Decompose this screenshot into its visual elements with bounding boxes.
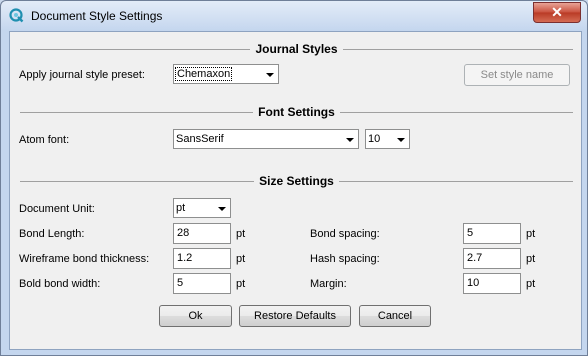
window-title: Document Style Settings bbox=[31, 9, 163, 23]
hash-spacing-unit: pt bbox=[526, 253, 536, 265]
journal-preset-value: Chemaxon bbox=[175, 67, 233, 81]
document-unit-dropdown[interactable]: pt bbox=[173, 198, 231, 218]
dialog-content: Journal Styles Apply journal style prese… bbox=[9, 31, 582, 350]
section-size-settings: Size Settings bbox=[20, 174, 573, 188]
document-unit-label: Document Unit: bbox=[19, 203, 95, 215]
cancel-button[interactable]: Cancel bbox=[359, 305, 431, 327]
atom-font-label: Atom font: bbox=[19, 134, 70, 146]
wireframe-thickness-label: Wireframe bond thickness: bbox=[19, 253, 150, 265]
bond-length-unit: pt bbox=[236, 228, 246, 240]
chevron-down-icon bbox=[397, 138, 405, 142]
section-title: Font Settings bbox=[253, 105, 340, 119]
dialog-window: Document Style Settings ✕ Journal Styles… bbox=[0, 0, 588, 356]
app-icon bbox=[9, 8, 24, 23]
atom-font-value: SansSerif bbox=[176, 133, 224, 145]
hash-spacing-input[interactable]: 2.7 bbox=[463, 248, 521, 269]
set-style-name-button[interactable]: Set style name bbox=[464, 64, 570, 86]
title-bar[interactable]: Document Style Settings ✕ bbox=[1, 1, 588, 31]
section-font-settings: Font Settings bbox=[20, 105, 573, 119]
section-title: Journal Styles bbox=[250, 42, 343, 56]
margin-input[interactable]: 10 bbox=[463, 273, 521, 294]
chevron-down-icon bbox=[346, 138, 354, 142]
section-title: Size Settings bbox=[254, 174, 339, 188]
bond-length-label: Bond Length: bbox=[19, 228, 85, 240]
margin-unit: pt bbox=[526, 278, 536, 290]
section-journal-styles: Journal Styles bbox=[20, 42, 573, 56]
preset-label: Apply journal style preset: bbox=[19, 69, 145, 81]
bold-bond-width-input[interactable]: 5 bbox=[173, 273, 231, 294]
close-icon: ✕ bbox=[551, 4, 563, 20]
wireframe-thickness-unit: pt bbox=[236, 253, 246, 265]
bond-spacing-input[interactable]: 5 bbox=[463, 223, 521, 244]
hash-spacing-label: Hash spacing: bbox=[310, 253, 380, 265]
font-size-dropdown[interactable]: 10 bbox=[365, 129, 410, 149]
close-button[interactable]: ✕ bbox=[533, 2, 581, 23]
wireframe-thickness-input[interactable]: 1.2 bbox=[173, 248, 231, 269]
ok-button[interactable]: Ok bbox=[159, 305, 232, 327]
bond-spacing-unit: pt bbox=[526, 228, 536, 240]
bond-length-input[interactable]: 28 bbox=[173, 223, 231, 244]
document-unit-value: pt bbox=[176, 202, 186, 214]
bold-bond-width-unit: pt bbox=[236, 278, 246, 290]
margin-label: Margin: bbox=[310, 278, 347, 290]
bond-spacing-label: Bond spacing: bbox=[310, 228, 380, 240]
restore-defaults-button[interactable]: Restore Defaults bbox=[239, 305, 351, 327]
bold-bond-width-label: Bold bond width: bbox=[19, 278, 101, 290]
chevron-down-icon bbox=[266, 73, 274, 77]
atom-font-dropdown[interactable]: SansSerif bbox=[173, 129, 359, 149]
chevron-down-icon bbox=[218, 207, 226, 211]
font-size-value: 10 bbox=[368, 133, 381, 145]
journal-preset-dropdown[interactable]: Chemaxon bbox=[173, 64, 279, 84]
